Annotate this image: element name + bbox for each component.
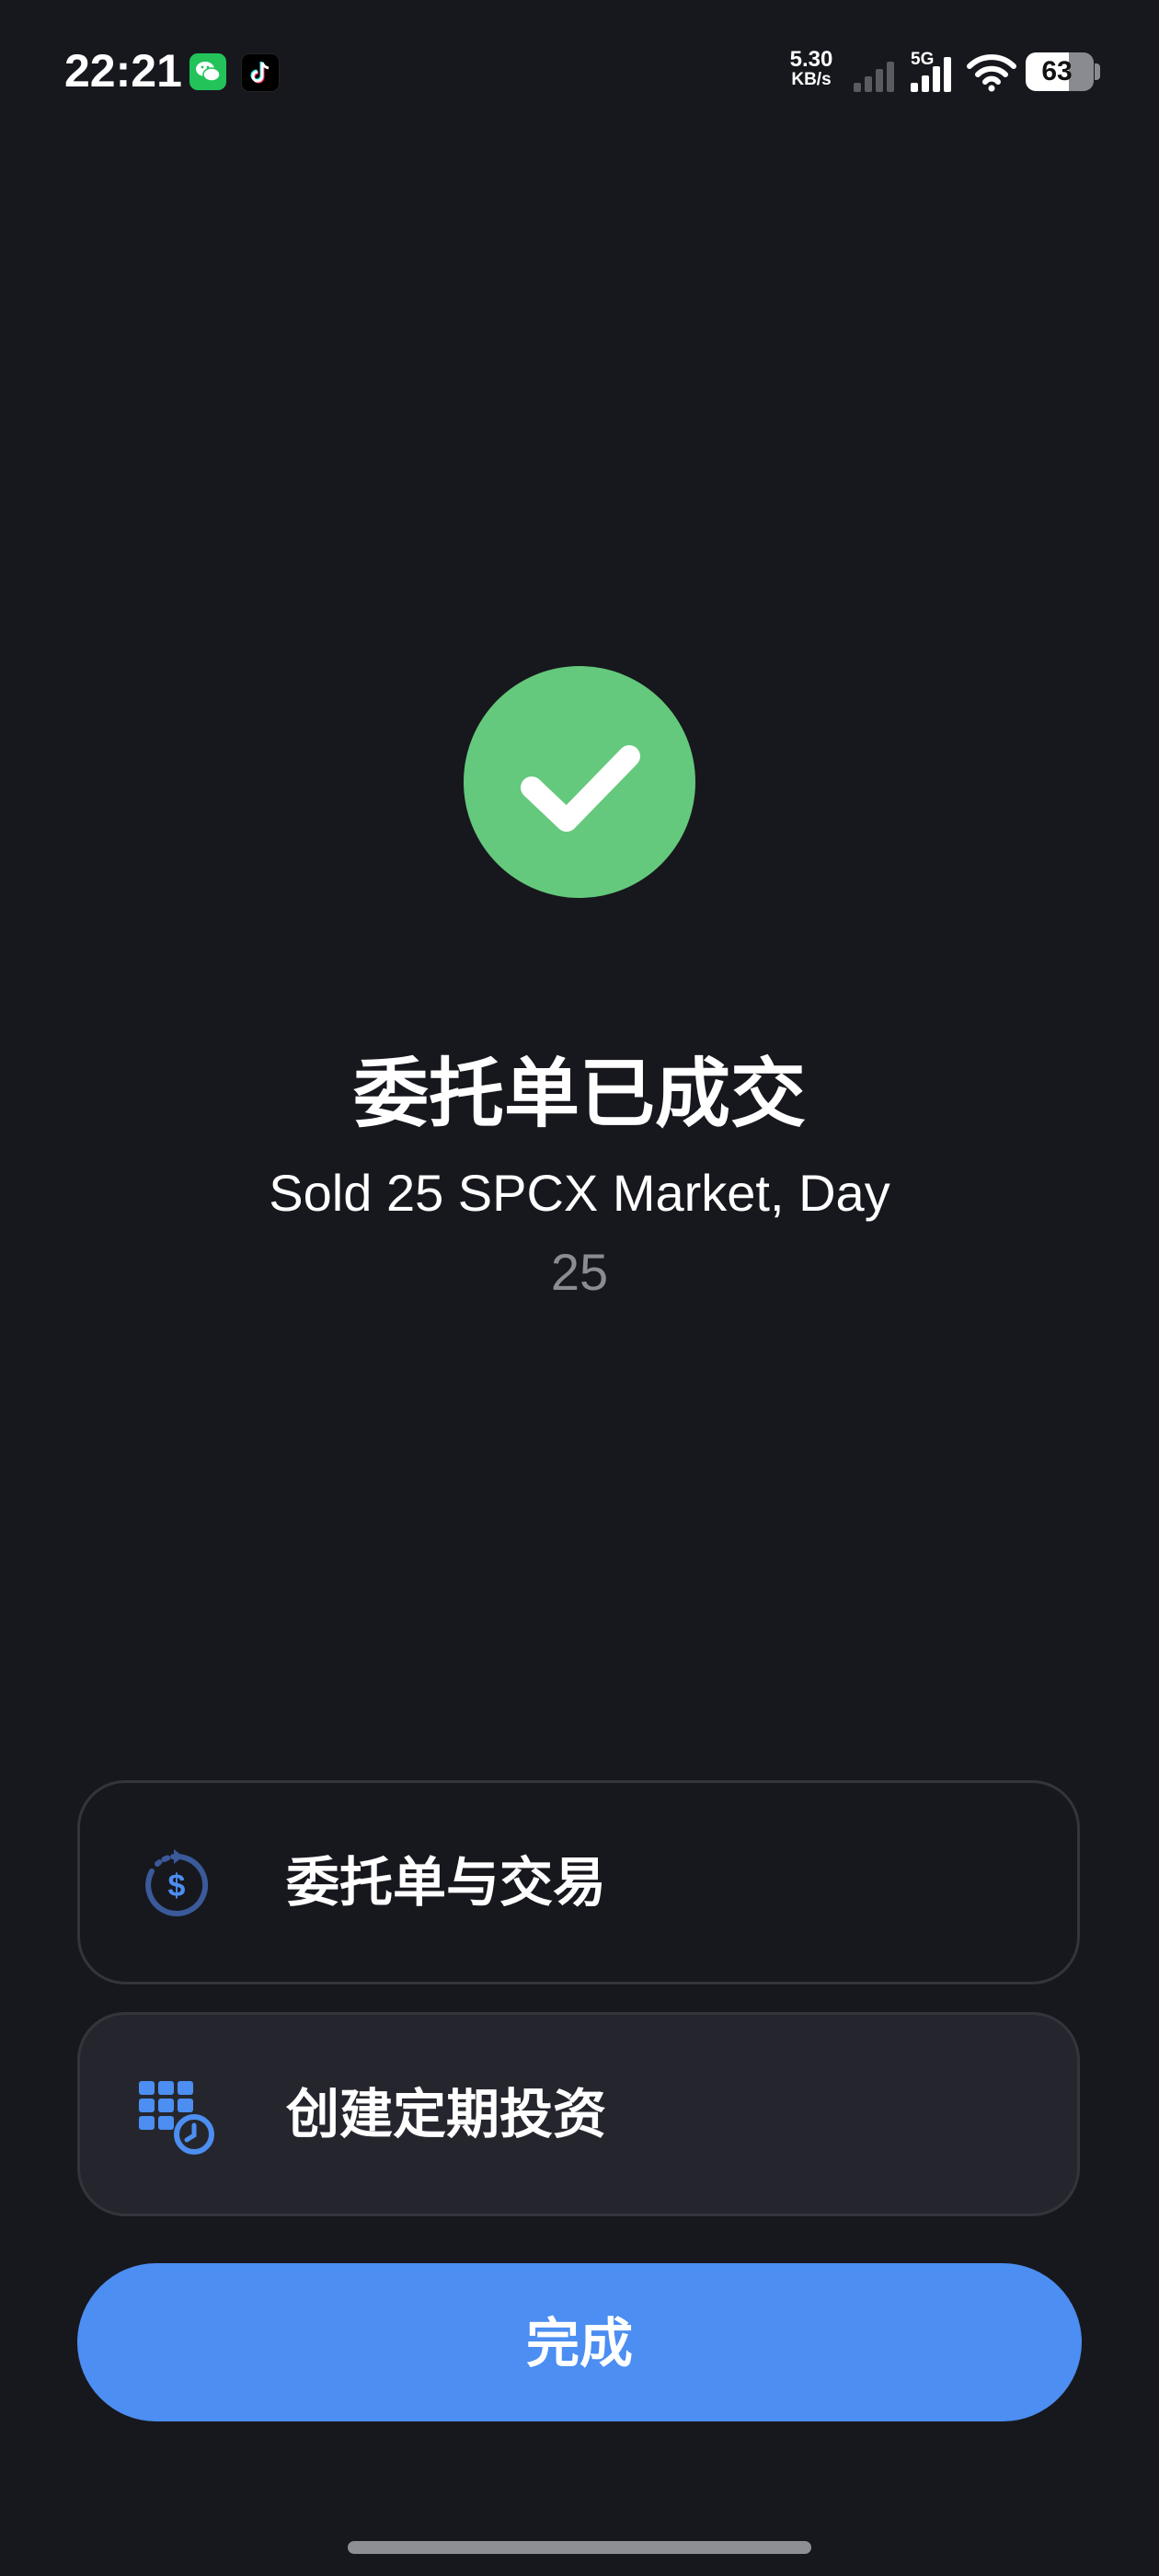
order-quantity: 25 <box>550 1243 609 1301</box>
success-badge <box>464 666 695 898</box>
status-bar: 22:21 5.30 KB/s 5G 63 <box>0 0 1159 147</box>
tiktok-icon <box>241 53 280 92</box>
battery-icon: 63 <box>1026 52 1094 91</box>
network-speed-value: 5.30 <box>789 47 833 72</box>
battery-level: 63 <box>1041 56 1073 86</box>
order-filled-title: 委托单已成交 <box>352 1051 806 1138</box>
calendar-clock-icon <box>137 2077 216 2156</box>
orders-and-trades-label: 委托单与交易 <box>286 1851 607 1914</box>
order-summary: Sold 25 SPCX Market, Day <box>269 1164 890 1222</box>
network-speed: 5.30 KB/s <box>784 47 839 90</box>
signal-weak-icon <box>854 59 898 96</box>
wifi-icon <box>966 52 1017 96</box>
network-speed-unit: KB/s <box>791 70 832 89</box>
svg-text:$: $ <box>168 1869 186 1903</box>
dollar-cycle-icon: $ <box>137 1846 216 1925</box>
create-recurring-investment-label: 创建定期投资 <box>286 2083 607 2145</box>
orders-and-trades-button[interactable]: $ 委托单与交易 <box>77 1780 1080 1984</box>
wechat-icon <box>189 53 226 90</box>
done-button[interactable]: 完成 <box>77 2263 1082 2421</box>
check-icon <box>521 745 640 832</box>
battery-tip <box>1095 63 1100 80</box>
create-recurring-investment-button[interactable]: 创建定期投资 <box>77 2012 1080 2216</box>
home-indicator[interactable] <box>348 2541 811 2554</box>
status-time: 22:21 <box>64 45 182 97</box>
